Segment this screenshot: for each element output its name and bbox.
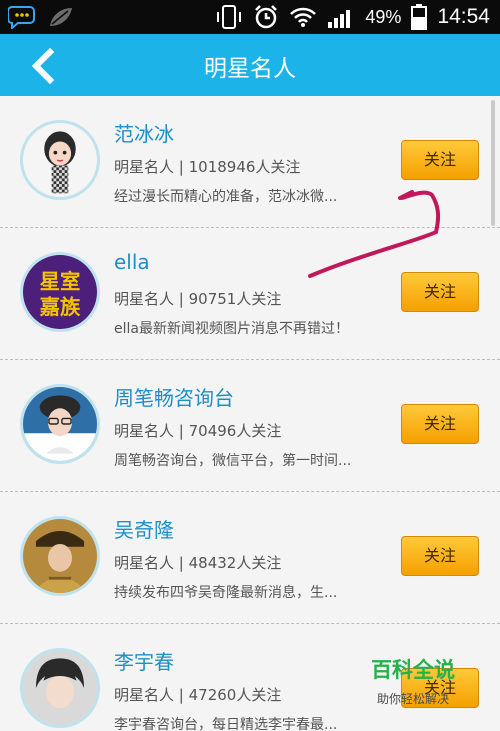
follow-button[interactable]: 关注 [401,140,479,180]
avatar[interactable] [20,384,100,464]
list-item[interactable]: 星室 嘉族 ella 明星名人 | 90751人关注 ella最新新闻视频图片消… [0,228,500,360]
item-meta: 明星名人 | 1018946人关注 [114,158,301,176]
scrollbar[interactable] [491,100,495,226]
status-right: 49% 14:54 [215,3,490,31]
list-item[interactable]: 周笔畅咨询台 明星名人 | 70496人关注 周笔畅咨询台，微信平台，第一时间.… [0,360,500,492]
status-left [8,5,74,29]
item-category: 明星名人 [114,158,175,176]
celebrity-list[interactable]: 范冰冰 明星名人 | 1018946人关注 经过漫长而精心的准备，范冰冰微...… [0,96,500,731]
item-meta: 明星名人 | 90751人关注 [114,290,282,308]
watermark-title: 百科全说 [371,658,455,682]
avatar-text-line-2: 嘉族 [39,295,81,319]
item-followers: 90751人关注 [188,290,282,308]
item-category: 明星名人 [114,554,175,572]
item-name[interactable]: ella [114,250,150,274]
alarm-icon [255,5,278,29]
leaf-icon [50,8,72,26]
item-description: 李宇春咨询台，每日精选李宇春最... [114,717,338,731]
item-followers: 70496人关注 [188,422,282,440]
item-followers: 1018946人关注 [188,158,301,176]
avatar[interactable] [20,120,100,200]
item-meta: 明星名人 | 70496人关注 [114,422,282,440]
signal-icon [328,10,351,28]
follow-button[interactable]: 关注 [401,536,479,576]
item-description: ella最新新闻视频图片消息不再错过！ [114,321,349,337]
battery-percent: 49% [365,6,402,27]
list-item[interactable]: 范冰冰 明星名人 | 1018946人关注 经过漫长而精心的准备，范冰冰微...… [0,96,500,228]
item-category: 明星名人 [114,290,175,308]
item-meta: 明星名人 | 47260人关注 [114,686,282,704]
item-description: 经过漫长而精心的准备，范冰冰微... [114,189,338,205]
cartoon-girl-avatar-icon [23,123,97,197]
person-avatar-icon [23,651,97,725]
vibrate-phone-icon [217,5,242,29]
watermark-subtitle: 助你轻松解决 [376,692,449,706]
watermark: 百科全说 助你轻松解决 [360,654,466,707]
item-name[interactable]: 李宇春 [114,646,174,675]
status-bar: 49% 14:54 [0,0,500,34]
avatar[interactable]: 星室 嘉族 [20,252,100,332]
person-avatar-icon [23,387,97,461]
item-description: 周笔畅咨询台，微信平台，第一时间... [114,453,352,469]
clock: 14:54 [437,5,490,28]
item-meta: 明星名人 | 48432人关注 [114,554,282,572]
app-header: 明星名人 [0,34,500,96]
item-name[interactable]: 范冰冰 [114,118,174,147]
person-avatar-icon [23,519,97,593]
item-category: 明星名人 [114,422,175,440]
item-description: 持续发布四爷吴奇隆最新消息，生... [114,585,338,601]
item-followers: 48432人关注 [188,554,282,572]
follow-button[interactable]: 关注 [401,272,479,312]
avatar[interactable] [20,516,100,596]
chat-bubble-icon [8,6,35,29]
avatar[interactable] [20,648,100,728]
item-name[interactable]: 周笔畅咨询台 [114,382,234,411]
battery-icon [411,4,428,30]
avatar-text-line-1: 星室 [40,269,81,293]
item-name[interactable]: 吴奇隆 [114,514,174,543]
page-title: 明星名人 [204,56,296,82]
text-logo-avatar-icon: 星室 嘉族 [23,255,97,329]
wifi-icon [290,7,317,27]
item-category: 明星名人 [114,686,175,704]
item-followers: 47260人关注 [188,686,282,704]
follow-button[interactable]: 关注 [401,404,479,444]
list-item[interactable]: 吴奇隆 明星名人 | 48432人关注 持续发布四爷吴奇隆最新消息，生... 关… [0,492,500,624]
